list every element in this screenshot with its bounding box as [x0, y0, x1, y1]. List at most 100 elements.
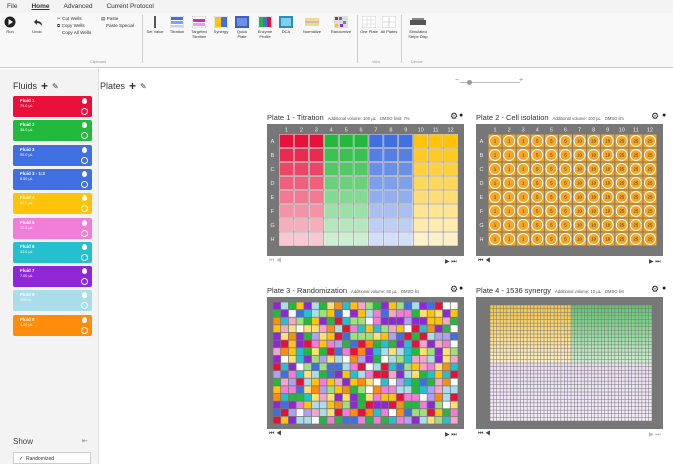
- plate-well[interactable]: [642, 356, 645, 360]
- plate-well[interactable]: [510, 417, 514, 421]
- plate-well[interactable]: [540, 345, 544, 349]
- plate-well[interactable]: [327, 409, 335, 416]
- plate-well[interactable]: [517, 385, 521, 389]
- plate-well[interactable]: [561, 330, 564, 334]
- plate-well[interactable]: [551, 385, 554, 389]
- plate-well[interactable]: [497, 403, 500, 407]
- plate-well[interactable]: [551, 330, 554, 334]
- plate-well[interactable]: [574, 410, 578, 414]
- plate-well[interactable]: [578, 377, 581, 381]
- plate-well[interactable]: [608, 385, 612, 389]
- plate-well[interactable]: [564, 308, 568, 312]
- plate-well[interactable]: [353, 218, 369, 232]
- plate-well[interactable]: [547, 410, 551, 414]
- plate-well[interactable]: [547, 363, 551, 367]
- plate-well[interactable]: [608, 337, 612, 341]
- plate-well[interactable]: [490, 392, 494, 396]
- plate-well[interactable]: [311, 332, 319, 340]
- plate-well[interactable]: [490, 399, 494, 403]
- plate-well[interactable]: [628, 370, 632, 374]
- plate-well[interactable]: [581, 399, 585, 403]
- plate-well[interactable]: [413, 218, 428, 232]
- plate-well[interactable]: [601, 395, 605, 399]
- plate-well[interactable]: [621, 370, 625, 374]
- plate-well[interactable]: [578, 417, 581, 421]
- run-button[interactable]: Run: [3, 16, 17, 35]
- plate-well[interactable]: [598, 363, 602, 367]
- plate-well[interactable]: [635, 406, 639, 410]
- plate-well[interactable]: [327, 386, 335, 394]
- plate-well[interactable]: [497, 385, 500, 389]
- plate-well[interactable]: [598, 348, 602, 352]
- plate-well[interactable]: [621, 319, 625, 323]
- plate-well[interactable]: [530, 323, 534, 327]
- plate-well[interactable]: [530, 308, 534, 312]
- plate-well[interactable]: [350, 325, 358, 333]
- plate-well[interactable]: [557, 323, 561, 327]
- plate-well[interactable]: [435, 393, 443, 401]
- plate-well[interactable]: [642, 323, 645, 327]
- plate-well[interactable]: [503, 359, 507, 363]
- plate-well[interactable]: [500, 381, 504, 385]
- plate-well[interactable]: [427, 401, 435, 409]
- plate-well[interactable]: [584, 352, 588, 356]
- plate-well[interactable]: [632, 312, 635, 316]
- plate-well[interactable]: [581, 356, 585, 360]
- plate-well[interactable]: [625, 356, 629, 360]
- plate-well[interactable]: [383, 176, 399, 190]
- plate-well[interactable]: [584, 374, 588, 378]
- plate-well[interactable]: [588, 414, 591, 418]
- plate-well[interactable]: [581, 345, 585, 349]
- plate-well[interactable]: [621, 374, 625, 378]
- plate-well[interactable]: [427, 355, 435, 363]
- plate-well[interactable]: [497, 381, 500, 385]
- plate-well[interactable]: [635, 388, 639, 392]
- plate-well[interactable]: [618, 363, 622, 367]
- plate-well[interactable]: [591, 366, 595, 370]
- plate-well[interactable]: [618, 359, 622, 363]
- plate-well[interactable]: [547, 417, 551, 421]
- plate-well[interactable]: [510, 341, 514, 345]
- plate-well[interactable]: [490, 319, 494, 323]
- plate-well[interactable]: [547, 323, 551, 327]
- plate-well[interactable]: [598, 410, 602, 414]
- plate-well[interactable]: [611, 406, 615, 410]
- plate-well[interactable]: [591, 352, 595, 356]
- plate-well[interactable]: [578, 414, 581, 418]
- plate-well[interactable]: [513, 319, 517, 323]
- plate-well[interactable]: [296, 401, 304, 409]
- plate-well[interactable]: [497, 392, 500, 396]
- plate-well[interactable]: [513, 403, 517, 407]
- plate-well[interactable]: [621, 395, 625, 399]
- plate-well[interactable]: [273, 393, 281, 401]
- plate-well[interactable]: [588, 356, 591, 360]
- plate-well[interactable]: [527, 363, 531, 367]
- plate-well[interactable]: [398, 190, 413, 204]
- plate-well[interactable]: [638, 381, 642, 385]
- plate-well[interactable]: [571, 370, 575, 374]
- plate-well[interactable]: [544, 417, 548, 421]
- plate-well[interactable]: [561, 359, 564, 363]
- plate-well[interactable]: [524, 316, 527, 320]
- plate-well[interactable]: [327, 416, 335, 424]
- plate-well[interactable]: [353, 232, 369, 246]
- plate-well[interactable]: [288, 409, 296, 416]
- plate-well[interactable]: [294, 204, 309, 218]
- plate-well[interactable]: [554, 308, 558, 312]
- plate-well[interactable]: [398, 218, 413, 232]
- plate-well[interactable]: [427, 310, 435, 317]
- plate-well[interactable]: [584, 345, 588, 349]
- plate-well[interactable]: [373, 393, 381, 401]
- plate-well[interactable]: [373, 416, 381, 424]
- plate-well[interactable]: [625, 366, 629, 370]
- plate-well[interactable]: [615, 417, 618, 421]
- plate-well[interactable]: [311, 348, 319, 355]
- plate-well[interactable]: [605, 392, 608, 396]
- plate-well[interactable]: [373, 317, 381, 325]
- plate-well[interactable]: [632, 319, 635, 323]
- plate-well[interactable]: [574, 327, 578, 331]
- plate-well[interactable]: [507, 374, 510, 378]
- plate-well[interactable]: [389, 401, 396, 409]
- plate-well[interactable]: [584, 388, 588, 392]
- plate-well[interactable]: [581, 319, 585, 323]
